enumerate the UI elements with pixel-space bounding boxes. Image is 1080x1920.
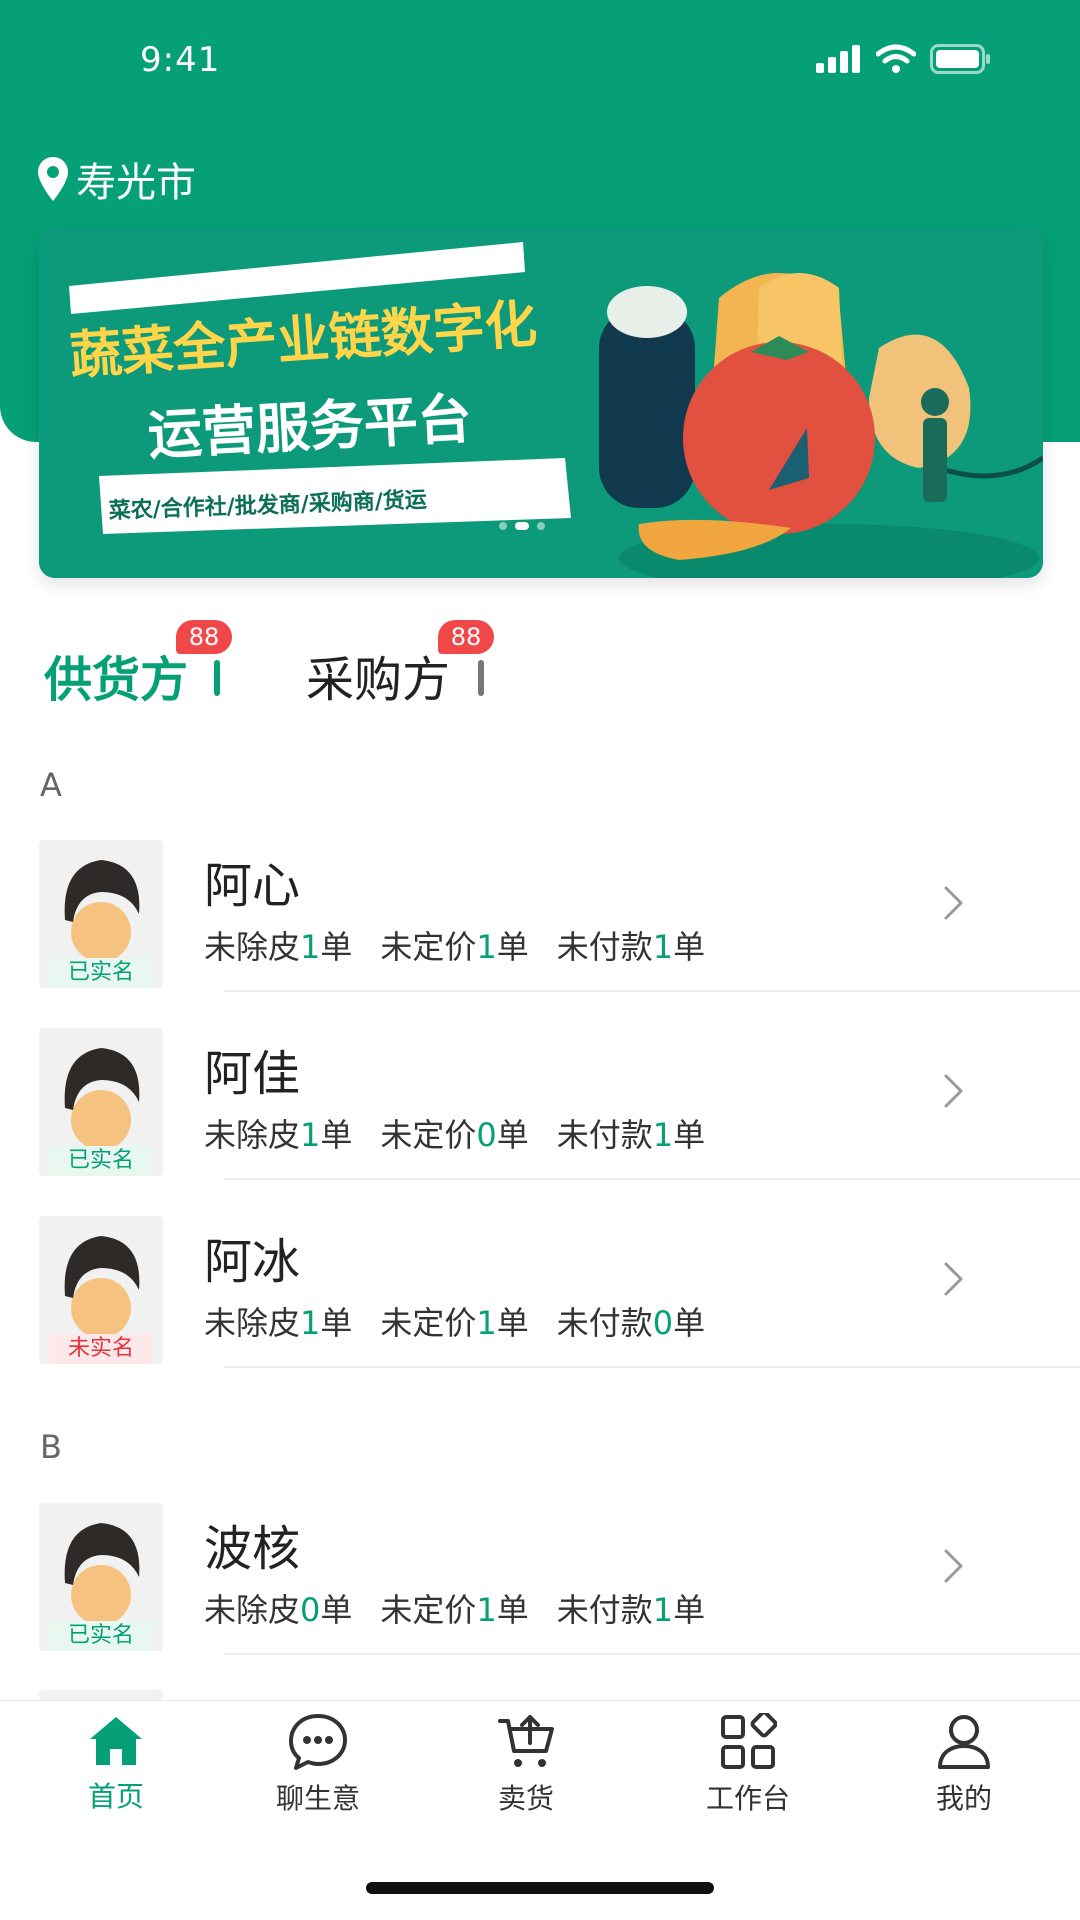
stat-unpeeled: 未除皮0单 [204, 1591, 353, 1629]
home-indicator [366, 1882, 714, 1894]
row-divider [224, 1653, 1080, 1655]
row-divider [224, 1366, 1080, 1368]
stat-unpaid: 未付款1单 [556, 1591, 706, 1629]
status-icons [816, 44, 992, 74]
avatar: 已实名 [39, 840, 163, 988]
section-letter-b: B [40, 1428, 62, 1466]
party-tabs: 供货方 88 采购方 88 [44, 620, 1044, 710]
tab-supplier[interactable]: 供货方 [44, 640, 188, 710]
tab-buyer[interactable]: 采购方 [306, 640, 450, 710]
status-time: 9:41 [140, 40, 221, 80]
user-icon [938, 1715, 990, 1769]
tabbar-item-chat[interactable]: 聊生意 [238, 1713, 398, 1817]
order-stats: 未除皮1单 未定价1单 未付款0单 [204, 1298, 705, 1344]
order-stats: 未除皮1单 未定价1单 未付款1单 [204, 922, 705, 968]
location-pin-icon [38, 157, 68, 201]
chat-icon [289, 1714, 347, 1770]
grid-icon [721, 1713, 777, 1769]
wifi-icon [876, 44, 916, 73]
stat-unpriced: 未定价1单 [380, 1304, 529, 1342]
verification-tag: 已实名 [49, 958, 153, 988]
banner-dot [537, 522, 545, 530]
battery-icon [930, 44, 990, 74]
stat-unpeeled: 未除皮1单 [204, 1304, 353, 1342]
contact-name: 波核 [204, 1521, 301, 1577]
stat-unpaid: 未付款0单 [556, 1304, 706, 1342]
location-selector[interactable]: 寿光市 [38, 150, 196, 208]
tabbar-label: 首页 [87, 1780, 144, 1813]
cart-icon [498, 1715, 554, 1767]
tabbar-item-sell[interactable]: 卖货 [446, 1713, 606, 1817]
chevron-right-icon[interactable] [942, 1260, 966, 1298]
row-divider [224, 1178, 1080, 1180]
tabbar-label: 我的 [935, 1782, 992, 1815]
order-stats: 未除皮1单 未定价0单 未付款1单 [204, 1110, 705, 1156]
tab-buyer-badge: 88 [438, 620, 494, 654]
avatar: 未实名 [39, 1216, 163, 1364]
stat-unpaid: 未付款1单 [556, 928, 706, 966]
banner-pagination [499, 522, 545, 530]
chevron-right-icon[interactable] [942, 1547, 966, 1585]
avatar: 已实名 [39, 1028, 163, 1176]
tabbar-label: 卖货 [497, 1782, 554, 1815]
banner-dot [499, 522, 507, 530]
stat-unpaid: 未付款1单 [556, 1116, 706, 1154]
verification-tag: 已实名 [49, 1146, 153, 1176]
list-item[interactable]: 已实名 波核 未除皮0单 未定价1单 未付款1单 [0, 1503, 1080, 1691]
stat-unpriced: 未定价0单 [380, 1116, 529, 1154]
chevron-right-icon[interactable] [942, 1072, 966, 1110]
order-stats: 未除皮0单 未定价1单 未付款1单 [204, 1585, 705, 1631]
row-divider [224, 990, 1080, 992]
verification-tag: 已实名 [49, 1621, 153, 1651]
tab-supplier-badge: 88 [176, 620, 232, 654]
tabbar-item-home[interactable]: 首页 [36, 1713, 196, 1815]
tabbar-label: 聊生意 [275, 1782, 360, 1815]
home-icon [90, 1717, 142, 1765]
chevron-right-icon[interactable] [942, 884, 966, 922]
stat-unpeeled: 未除皮1单 [204, 928, 353, 966]
contact-name: 阿心 [204, 858, 301, 914]
status-bar: 9:41 [0, 0, 1080, 120]
list-item[interactable]: 已实名 阿心 未除皮1单 未定价1单 未付款1单 [0, 840, 1080, 1028]
verification-tag: 未实名 [49, 1334, 153, 1364]
tabbar-label: 工作台 [705, 1782, 790, 1815]
avatar: 已实名 [39, 1503, 163, 1651]
location-city: 寿光市 [76, 160, 196, 206]
section-letter-a: A [40, 766, 62, 804]
banner-dot-active [515, 522, 529, 530]
contact-name: 阿佳 [204, 1046, 301, 1102]
signal-icon [816, 45, 860, 73]
avatar [39, 1690, 163, 1700]
list-item[interactable]: 未实名 阿冰 未除皮1单 未定价1单 未付款0单 [0, 1216, 1080, 1404]
stat-unpeeled: 未除皮1单 [204, 1116, 353, 1154]
tab-buyer-bar [478, 660, 484, 696]
tabbar-item-profile[interactable]: 我的 [884, 1713, 1044, 1817]
promo-banner[interactable]: 蔬菜全产业链数字化 运营服务平台 菜农/合作社/批发商/采购商/货运 [39, 228, 1043, 578]
tabbar-item-workbench[interactable]: 工作台 [668, 1713, 828, 1817]
tab-supplier-bar [214, 660, 220, 696]
stat-unpriced: 未定价1单 [380, 1591, 529, 1629]
list-item[interactable]: 已实名 阿佳 未除皮1单 未定价0单 未付款1单 [0, 1028, 1080, 1216]
contact-name: 阿冰 [204, 1234, 301, 1290]
stat-unpriced: 未定价1单 [380, 928, 529, 966]
